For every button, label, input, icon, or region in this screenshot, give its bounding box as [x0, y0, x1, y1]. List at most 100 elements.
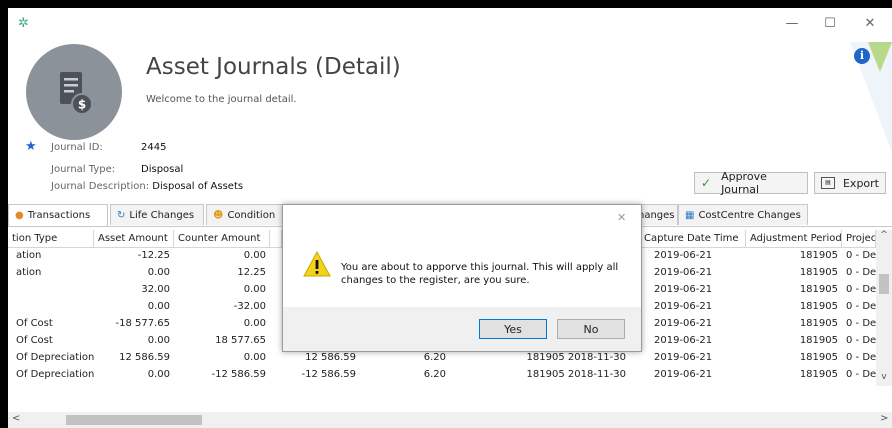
table-cell-type: ation — [16, 250, 42, 261]
journal-type-label: Journal Type: — [51, 164, 116, 175]
dialog-yes-button[interactable]: Yes — [479, 319, 547, 339]
condition-icon: ☻ — [213, 209, 224, 221]
building-icon: ▦ — [685, 209, 695, 221]
column-header-project[interactable]: Project — [842, 230, 876, 248]
scroll-right-icon[interactable]: > — [880, 413, 888, 424]
column-header-adjustment-period[interactable]: Adjustment Period — [746, 230, 842, 248]
horizontal-scrollbar[interactable]: < > — [8, 412, 892, 428]
approve-journal-label: Approve Journal — [721, 170, 767, 196]
horizontal-scroll-thumb[interactable] — [66, 415, 202, 425]
column-header-capture-date[interactable]: Capture Date Time — [640, 230, 746, 248]
table-cell-capture: 2019-06-21 — [654, 369, 713, 380]
dialog-footer: Yes No — [283, 307, 641, 351]
app-logo-icon: ✲ — [18, 16, 29, 31]
vertical-scroll-thumb[interactable] — [879, 274, 889, 294]
table-cell-counter: -12 586.59 — [211, 369, 266, 380]
table-cell-period: 181905 — [799, 352, 838, 363]
maximize-button[interactable]: ☐ — [820, 16, 840, 31]
dialog-message: You are about to apporve this journal. T… — [341, 262, 619, 286]
column-header-type[interactable]: tion Type — [8, 230, 94, 248]
table-cell-capture: 2019-06-21 — [654, 301, 713, 312]
table-cell-c4: -12 586.59 — [301, 369, 356, 380]
journal-desc-label: Journal Description: — [51, 181, 150, 192]
table-cell-asset: 32.00 — [141, 284, 170, 295]
minimize-button[interactable]: — — [782, 16, 802, 31]
table-cell-capture: 2019-06-21 — [654, 250, 713, 261]
table-cell-counter: 0.00 — [243, 250, 266, 261]
journal-type-value: Disposal — [141, 164, 184, 175]
tab-costcentre-changes[interactable]: ▦ CostCentre Changes — [678, 204, 808, 225]
table-cell-counter: 0.00 — [243, 284, 266, 295]
table-cell-capture: 2019-06-21 — [654, 335, 713, 346]
table-cell-period: 181905 — [799, 335, 838, 346]
tab-condition[interactable]: ☻ Condition — [206, 204, 286, 225]
table-cell-asset: 12 586.59 — [119, 352, 170, 363]
page-title: Asset Journals (Detail) — [146, 54, 401, 80]
approve-journal-button[interactable]: ✓ Approve Journal — [694, 170, 808, 196]
vertical-scrollbar[interactable]: ^ v — [876, 230, 892, 386]
table-cell-period: 181905 — [799, 301, 838, 312]
dialog-body: ✕ You are about to apporve this journal.… — [283, 205, 641, 307]
close-button[interactable]: ✕ — [860, 16, 880, 31]
table-cell-c5: 6.20 — [423, 369, 446, 380]
table-cell-project: 0 - De — [846, 335, 876, 346]
table-cell-asset: -12.25 — [137, 250, 170, 261]
journal-id-row: Journal ID: 2445 — [51, 142, 166, 153]
scroll-left-icon[interactable]: < — [12, 413, 20, 424]
table-cell-counter: -32.00 — [233, 301, 266, 312]
table-cell-asset: -18 577.65 — [115, 318, 170, 329]
journal-avatar: $ — [26, 44, 122, 140]
journal-type-row: Journal Type: Disposal — [51, 164, 183, 175]
table-cell-period: 181905 — [799, 284, 838, 295]
table-cell-project: 0 - De — [846, 284, 876, 295]
table-cell-counter: 12.25 — [237, 267, 266, 278]
table-cell-period: 181905 — [799, 318, 838, 329]
coins-icon: ● — [15, 210, 24, 221]
refresh-icon: ↻ — [117, 209, 126, 221]
check-icon: ✓ — [701, 176, 712, 190]
table-cell-asset: 0.00 — [147, 369, 170, 380]
table-cell-counter: 18 577.65 — [215, 335, 266, 346]
table-cell-asset: 0.00 — [147, 335, 170, 346]
favorite-star-icon[interactable]: ★ — [25, 139, 37, 154]
table-cell-c6: 181905 2018-11-30 — [526, 352, 626, 363]
table-cell-asset: 0.00 — [147, 301, 170, 312]
table-cell-type — [12, 284, 94, 301]
approve-confirm-dialog: ✕ You are about to apporve this journal.… — [282, 204, 642, 352]
dialog-close-button[interactable]: ✕ — [617, 211, 626, 224]
document-money-icon: $ — [60, 72, 93, 115]
tab-transactions[interactable]: ● Transactions — [8, 204, 108, 226]
journal-id-value: 2445 — [141, 142, 167, 153]
table-cell-capture: 2019-06-21 — [654, 352, 713, 363]
table-cell-project: 0 - De — [846, 352, 876, 363]
table-cell-counter: 0.00 — [243, 318, 266, 329]
table-cell-type: Of Depreciation — [16, 369, 94, 380]
table-cell-project: 0 - De — [846, 267, 876, 278]
table-cell-type: Of Depreciation — [16, 352, 94, 363]
dialog-no-button[interactable]: No — [557, 319, 625, 339]
export-icon: ▤ — [821, 177, 835, 189]
scroll-down-icon[interactable]: v — [876, 372, 892, 386]
table-cell-capture: 2019-06-21 — [654, 267, 713, 278]
scroll-up-icon[interactable]: ^ — [876, 230, 892, 244]
tab-life-changes[interactable]: ↻ Life Changes — [110, 204, 204, 225]
table-cell-c5: 6.20 — [423, 352, 446, 363]
journal-desc-value: Disposal of Assets — [152, 181, 244, 192]
column-header-asset-amount[interactable]: Asset Amount — [94, 230, 174, 248]
table-cell-type: Of Cost — [16, 335, 53, 346]
svg-text:$: $ — [78, 98, 86, 112]
table-cell-c4: 12 586.59 — [305, 352, 356, 363]
column-header-counter-amount[interactable]: Counter Amount — [174, 230, 270, 248]
info-icon[interactable]: i — [854, 48, 870, 64]
export-button[interactable]: ▤ Export — [814, 172, 886, 194]
table-cell-counter: 0.00 — [243, 352, 266, 363]
table-cell-project: 0 - De — [846, 369, 876, 380]
table-cell-type: ation — [16, 267, 42, 278]
table-cell-project: 0 - De — [846, 301, 876, 312]
column-header-hidden[interactable] — [270, 230, 282, 248]
export-label: Export — [842, 176, 879, 190]
table-cell-type — [12, 301, 94, 318]
table-cell-period: 181905 — [799, 369, 838, 380]
table-cell-project: 0 - De — [846, 250, 876, 261]
table-cell-asset: 0.00 — [147, 267, 170, 278]
